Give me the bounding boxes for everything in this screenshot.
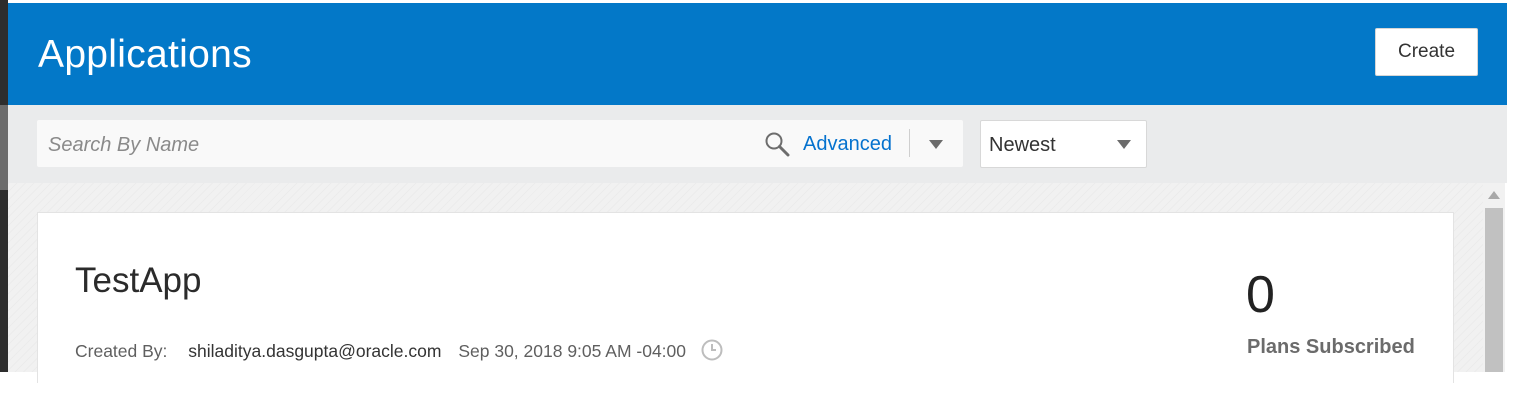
created-by-label: Created By: (75, 341, 168, 361)
page-header: Applications Create (8, 3, 1507, 105)
divider (909, 129, 910, 157)
chevron-down-icon (1117, 140, 1131, 149)
scroll-up-arrow-icon[interactable] (1488, 191, 1500, 199)
create-button[interactable]: Create (1375, 28, 1478, 76)
advanced-search-link[interactable]: Advanced (803, 133, 892, 156)
scrollbar-thumb[interactable] (1485, 208, 1503, 372)
sort-selected-value: Newest (989, 134, 1056, 156)
plans-subscribed-label: Plans Subscribed (1247, 336, 1415, 358)
clock-icon (701, 339, 723, 361)
page-title: Applications (38, 33, 252, 76)
vertical-scrollbar[interactable] (1483, 183, 1505, 372)
search-input[interactable] (46, 133, 750, 158)
plans-subscribed-count: 0 (1246, 266, 1275, 324)
search-box: Advanced (37, 120, 963, 167)
search-icon[interactable] (764, 131, 790, 157)
application-name[interactable]: TestApp (75, 261, 201, 301)
sort-select[interactable]: Newest (980, 120, 1147, 168)
chevron-down-icon[interactable] (929, 140, 943, 149)
window-left-edge (0, 0, 8, 372)
filter-bar: Advanced Newest (8, 105, 1507, 183)
applications-list: TestApp Created By: shiladitya.dasgupta@… (8, 183, 1483, 383)
created-by-email: shiladitya.dasgupta@oracle.com (188, 341, 442, 361)
application-meta: Created By: shiladitya.dasgupta@oracle.c… (75, 339, 723, 362)
created-date: Sep 30, 2018 9:05 AM -04:00 (458, 341, 687, 361)
application-card[interactable]: TestApp Created By: shiladitya.dasgupta@… (37, 212, 1454, 383)
